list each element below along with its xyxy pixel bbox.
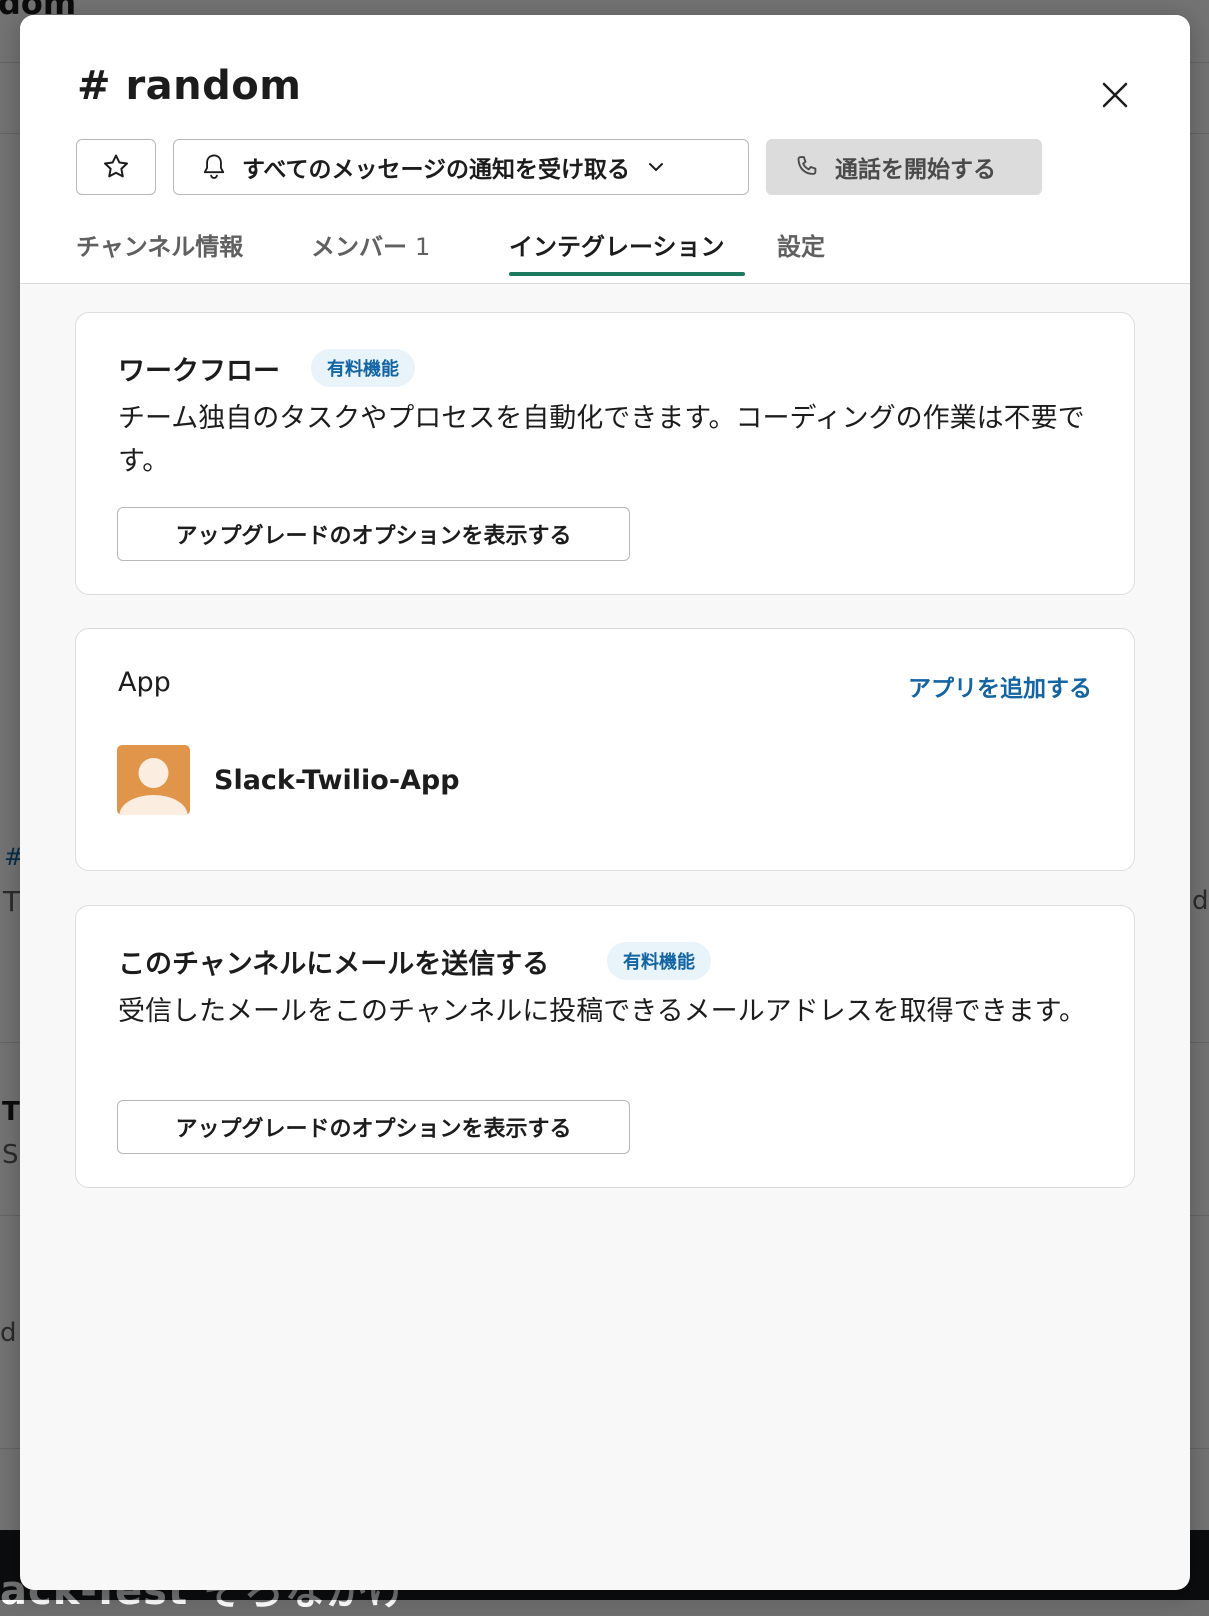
- bell-icon: [203, 154, 225, 179]
- apps-card: App アプリを追加する Slack-Twilio-App: [75, 628, 1135, 871]
- tab-label: メンバー: [311, 233, 407, 261]
- star-button[interactable]: [76, 139, 156, 195]
- notification-settings-button[interactable]: すべてのメッセージの通知を受け取る: [173, 139, 749, 195]
- email-to-channel-card: このチャンネルにメールを送信する 有料機能 受信したメールをこのチャンネルに投稿…: [75, 905, 1135, 1188]
- tab-settings[interactable]: 設定: [777, 227, 825, 262]
- view-upgrade-options-button[interactable]: アップグレードのオプションを表示する: [117, 507, 630, 561]
- close-button[interactable]: [1095, 75, 1135, 115]
- workflow-card: ワークフロー 有料機能 チーム独自のタスクやプロセスを自動化できます。コーディン…: [75, 312, 1135, 595]
- app-avatar: [117, 745, 190, 815]
- workflow-description: チーム独自のタスクやプロセスを自動化できます。コーディングの作業は不要です。: [118, 403, 1085, 477]
- apps-title: App: [118, 667, 171, 698]
- start-call-label: 通話を開始する: [835, 157, 996, 183]
- tab-label: 設定: [777, 233, 825, 261]
- email-description: 受信したメールをこのチャンネルに投稿できるメールアドレスを取得できます。: [118, 996, 1086, 1027]
- tab-label: インテグレーション: [509, 233, 725, 261]
- app-list-item[interactable]: Slack-Twilio-App: [117, 745, 460, 815]
- app-name: Slack-Twilio-App: [214, 764, 460, 796]
- channel-title: # random: [77, 63, 302, 109]
- channel-details-modal: # random すべてのメッセージの通知を受け取る 通話を開始する チャンネル…: [20, 15, 1190, 1590]
- paid-feature-badge: 有料機能: [311, 349, 415, 387]
- email-title: このチャンネルにメールを送信する: [118, 949, 550, 980]
- paid-feature-badge: 有料機能: [607, 942, 711, 980]
- notification-label: すべてのメッセージの通知を受け取る: [242, 157, 631, 183]
- tab-integrations[interactable]: インテグレーション: [509, 227, 725, 262]
- active-tab-indicator: [509, 272, 745, 276]
- start-call-button[interactable]: 通話を開始する: [766, 139, 1042, 195]
- add-app-link[interactable]: アプリを追加する: [908, 669, 1092, 703]
- phone-icon: [797, 156, 817, 175]
- tab-channel-info[interactable]: チャンネル情報: [76, 227, 243, 262]
- member-count: 1: [415, 233, 431, 261]
- tab-members[interactable]: メンバー 1: [311, 227, 430, 262]
- chevron-down-icon: [649, 163, 664, 171]
- view-upgrade-options-button[interactable]: アップグレードのオプションを表示する: [117, 1100, 630, 1154]
- close-icon: [1102, 82, 1128, 108]
- modal-header: # random すべてのメッセージの通知を受け取る 通話を開始する チャンネル…: [20, 15, 1190, 284]
- tab-label: チャンネル情報: [76, 233, 244, 261]
- workflow-title: ワークフロー: [118, 356, 280, 387]
- user-placeholder-icon: [119, 758, 188, 815]
- star-icon: [104, 154, 128, 178]
